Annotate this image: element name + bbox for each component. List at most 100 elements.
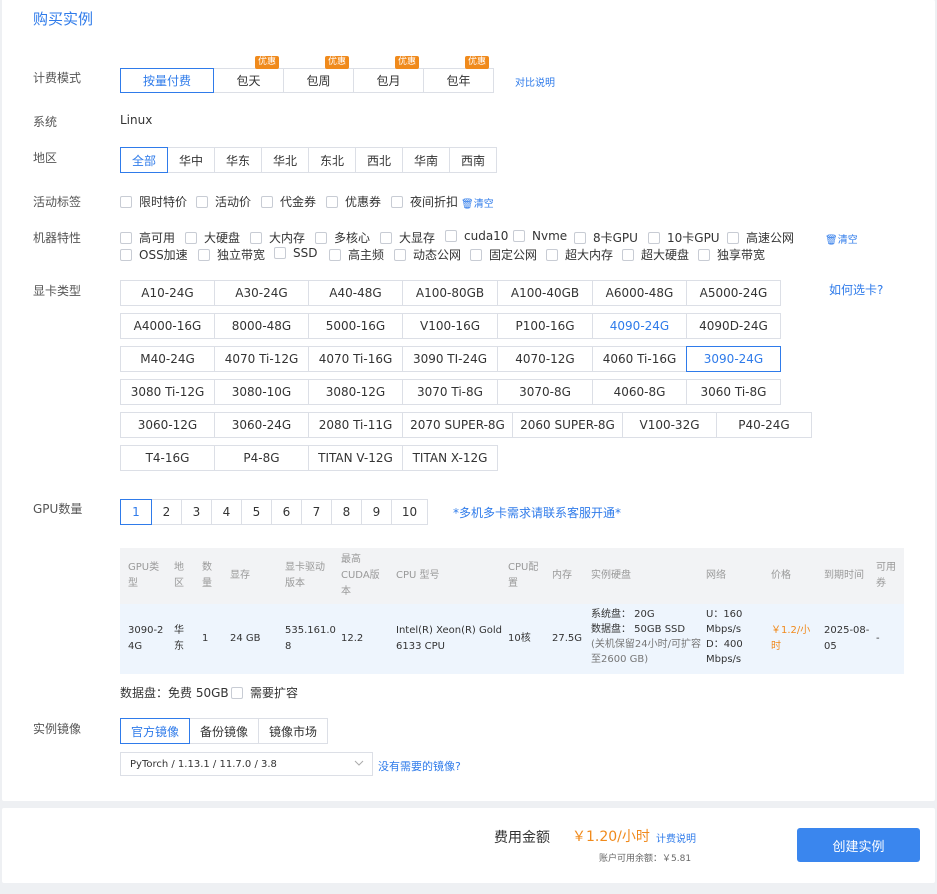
gpu-count-option[interactable]: 8 (331, 499, 362, 525)
gpu-option[interactable]: 4070-12G (497, 346, 593, 372)
feature-checkbox[interactable]: 超大内存 (546, 246, 613, 263)
feature-checkbox[interactable]: 独享带宽 (698, 246, 765, 263)
feature-checkbox[interactable]: 高主频 (329, 246, 384, 263)
feature-checkbox[interactable]: cuda10 (445, 229, 508, 243)
gpu-option-selected[interactable]: 3090-24G (686, 346, 781, 372)
feature-checkbox[interactable]: 高速公网 (727, 229, 794, 246)
create-instance-button[interactable]: 创建实例 (797, 828, 920, 862)
gpu-option[interactable]: 8000-48G (214, 313, 309, 339)
table-row[interactable]: 3090-2 4G 华东 1 24 GB 535.161.0 8 12.2 Inte… (120, 604, 904, 674)
gpu-option[interactable]: M40-24G (120, 346, 215, 372)
gpu-option[interactable]: 3080-10G (214, 379, 309, 405)
expand-disk-checkbox[interactable]: 需要扩容 (231, 684, 298, 701)
gpu-count-option[interactable]: 3 (181, 499, 212, 525)
feature-checkbox[interactable]: 超大硬盘 (622, 246, 689, 263)
image-tab-backup[interactable]: 备份镜像 (189, 718, 259, 744)
feature-checkbox[interactable]: 独立带宽 (198, 246, 265, 263)
gpu-option[interactable]: A100-80GB (402, 280, 498, 306)
image-tab-market[interactable]: 镜像市场 (258, 718, 328, 744)
gpu-option[interactable]: 4060 Ti-16G (592, 346, 687, 372)
gpu-count-option[interactable]: 1 (120, 499, 152, 525)
feature-checkbox[interactable]: 大内存 (250, 229, 305, 246)
compare-link[interactable]: 对比说明 (515, 74, 555, 89)
gpu-option[interactable]: P100-16G (497, 313, 593, 339)
region-option-central[interactable]: 华中 (167, 147, 215, 173)
gpu-option[interactable]: 4070 Ti-16G (308, 346, 403, 372)
gpu-option[interactable]: 3070 Ti-8G (402, 379, 498, 405)
gpu-option[interactable]: 3060-12G (120, 412, 215, 438)
feature-checkbox[interactable]: 高可用 (120, 229, 175, 246)
gpu-option[interactable]: 4060-8G (592, 379, 687, 405)
feature-checkbox[interactable]: Nvme (513, 229, 567, 243)
gpu-option[interactable]: V100-16G (402, 313, 498, 339)
gpu-count-option[interactable]: 7 (301, 499, 332, 525)
gpu-option[interactable]: V100-32G (622, 412, 717, 438)
region-option-northeast[interactable]: 东北 (308, 147, 356, 173)
feature-checkbox[interactable]: 8卡GPU (574, 229, 638, 246)
feature-checkbox[interactable]: 固定公网 (470, 246, 537, 263)
region-option-north[interactable]: 华北 (261, 147, 309, 173)
region-option-northwest[interactable]: 西北 (355, 147, 403, 173)
feature-checkbox[interactable]: 大硬盘 (185, 229, 240, 246)
activity-clear-link[interactable]: 🗑清空 (461, 195, 494, 210)
billing-option-yearly[interactable]: 包年 优惠 (423, 56, 494, 93)
billing-option-daily[interactable]: 包天 优惠 (213, 56, 284, 93)
features-clear-link[interactable]: 🗑清空 (825, 231, 858, 246)
gpu-option[interactable]: T4-16G (120, 445, 215, 471)
billing-option-monthly[interactable]: 包月 优惠 (353, 56, 424, 93)
region-option-southwest[interactable]: 西南 (449, 147, 497, 173)
activity-checkbox[interactable]: 优惠券 (326, 193, 381, 210)
activity-checkbox[interactable]: 夜间折扣 (391, 193, 458, 210)
billing-option-hourly[interactable]: 按量付费 (120, 68, 214, 93)
gpu-count-option[interactable]: 2 (151, 499, 182, 525)
gpu-option[interactable]: P4-8G (214, 445, 309, 471)
gpu-option[interactable]: 3070-8G (497, 379, 593, 405)
gpu-option[interactable]: A5000-24G (686, 280, 781, 306)
gpu-option[interactable]: 4090-24G (592, 313, 687, 339)
gpu-option[interactable]: 5000-16G (308, 313, 403, 339)
gpu-option[interactable]: A40-48G (308, 280, 403, 306)
gpu-option[interactable]: 3080-12G (308, 379, 403, 405)
gpu-option[interactable]: TITAN X-12G (402, 445, 498, 471)
region-option-south[interactable]: 华南 (402, 147, 450, 173)
gpu-option[interactable]: 2080 Ti-11G (308, 412, 403, 438)
gpu-option[interactable]: A100-40GB (497, 280, 593, 306)
feature-checkbox[interactable]: 动态公网 (394, 246, 461, 263)
gpu-option[interactable]: 2070 SUPER-8G (402, 412, 513, 438)
gpu-option[interactable]: 4090D-24G (686, 313, 781, 339)
gpu-option[interactable]: 2060 SUPER-8G (512, 412, 623, 438)
gpu-help-link[interactable]: 如何选卡? (829, 281, 883, 298)
gpu-option[interactable]: 3060-24G (214, 412, 309, 438)
region-option-east[interactable]: 华东 (214, 147, 262, 173)
gpu-option[interactable]: A6000-48G (592, 280, 687, 306)
gpu-count-option[interactable]: 6 (271, 499, 302, 525)
gpu-option[interactable]: TITAN V-12G (308, 445, 403, 471)
gpu-option[interactable]: 3060 Ti-8G (686, 379, 781, 405)
feature-checkbox[interactable]: 多核心 (315, 229, 370, 246)
gpu-option[interactable]: A4000-16G (120, 313, 215, 339)
activity-checkbox[interactable]: 限时特价 (120, 193, 187, 210)
feature-checkbox[interactable]: OSS加速 (120, 246, 188, 263)
region-option-all[interactable]: 全部 (120, 147, 168, 173)
gpu-option[interactable]: A30-24G (214, 280, 309, 306)
gpu-count-option[interactable]: 4 (211, 499, 242, 525)
fee-explain-link[interactable]: 计费说明 (656, 830, 696, 845)
feature-checkbox[interactable]: 10卡GPU (648, 229, 720, 246)
gpu-count-option[interactable]: 9 (361, 499, 392, 525)
gpu-count-option[interactable]: 5 (241, 499, 272, 525)
gpu-option[interactable]: 3080 Ti-12G (120, 379, 215, 405)
gpu-count-option[interactable]: 10 (391, 499, 428, 525)
billing-option-weekly[interactable]: 包周 优惠 (283, 56, 354, 93)
gpu-option[interactable]: P40-24G (716, 412, 812, 438)
feature-checkbox[interactable]: SSD (274, 246, 317, 260)
activity-checkbox[interactable]: 活动价 (196, 193, 251, 210)
tab-title[interactable]: 购买实例 (33, 8, 93, 29)
activity-checkbox[interactable]: 代金券 (261, 193, 316, 210)
feature-checkbox[interactable]: 大显存 (380, 229, 435, 246)
gpu-option[interactable]: 4070 Ti-12G (214, 346, 309, 372)
gpu-option[interactable]: 3090 TI-24G (402, 346, 498, 372)
gpu-option[interactable]: A10-24G (120, 280, 215, 306)
image-tab-official[interactable]: 官方镜像 (120, 718, 190, 744)
missing-image-link[interactable]: 没有需要的镜像? (378, 758, 461, 774)
image-select[interactable]: PyTorch / 1.13.1 / 11.7.0 / 3.8 (120, 752, 373, 776)
